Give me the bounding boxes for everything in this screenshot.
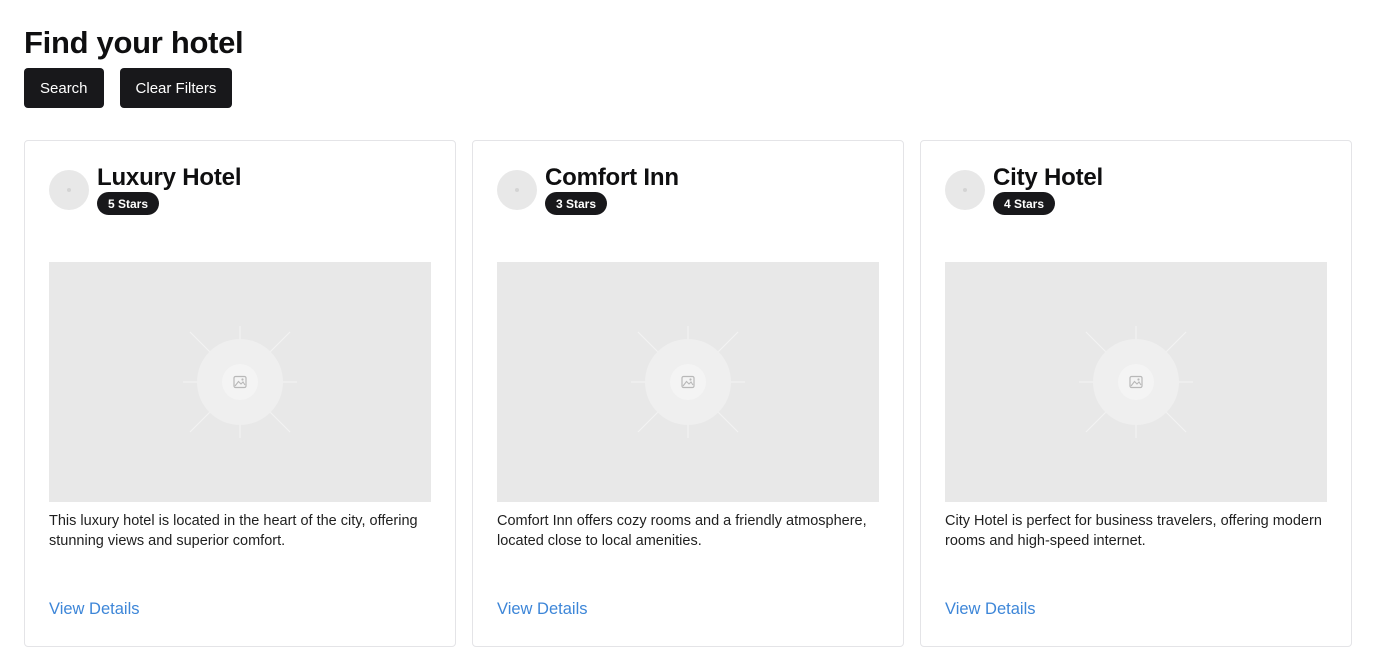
avatar-placeholder-icon — [963, 188, 967, 192]
hotel-card: Luxury Hotel 5 Stars This luxury hotel i… — [24, 140, 456, 647]
page: Find your hotel Search Clear Filters Lux… — [0, 0, 1376, 671]
rating-badge: 4 Stars — [993, 192, 1056, 215]
hotel-image — [497, 262, 879, 502]
view-details-link[interactable]: View Details — [497, 600, 587, 619]
hotel-name: Comfort Inn — [545, 164, 679, 191]
hotel-description: City Hotel is perfect for business trave… — [945, 513, 1322, 549]
hotel-card-list: Luxury Hotel 5 Stars This luxury hotel i… — [24, 140, 1352, 647]
toolbar: Search Clear Filters — [24, 68, 233, 108]
rating-badge: 5 Stars — [97, 192, 160, 215]
view-details-link[interactable]: View Details — [49, 600, 139, 619]
avatar — [49, 170, 89, 210]
hotel-name: City Hotel — [993, 164, 1104, 191]
avatar-placeholder-icon — [67, 188, 71, 192]
view-details-link[interactable]: View Details — [945, 600, 1035, 619]
search-button[interactable]: Search — [24, 68, 104, 108]
hotel-card: City Hotel 4 Stars City Hotel is perfect… — [920, 140, 1352, 647]
hotel-description: This luxury hotel is located in the hear… — [49, 513, 418, 549]
page-title: Find your hotel — [24, 25, 244, 60]
image-placeholder-icon — [631, 326, 745, 438]
clear-filters-button[interactable]: Clear Filters — [119, 68, 233, 108]
hotel-card: Comfort Inn 3 Stars Comfort Inn offers c… — [472, 140, 904, 647]
image-placeholder-icon — [183, 326, 297, 438]
image-placeholder-icon — [1079, 326, 1193, 438]
rating-badge: 3 Stars — [545, 192, 608, 215]
hotel-image — [945, 262, 1327, 502]
avatar — [945, 170, 985, 210]
hotel-name: Luxury Hotel — [97, 164, 242, 191]
hotel-image — [49, 262, 431, 502]
avatar — [497, 170, 537, 210]
hotel-description: Comfort Inn offers cozy rooms and a frie… — [497, 513, 867, 549]
avatar-placeholder-icon — [515, 188, 519, 192]
